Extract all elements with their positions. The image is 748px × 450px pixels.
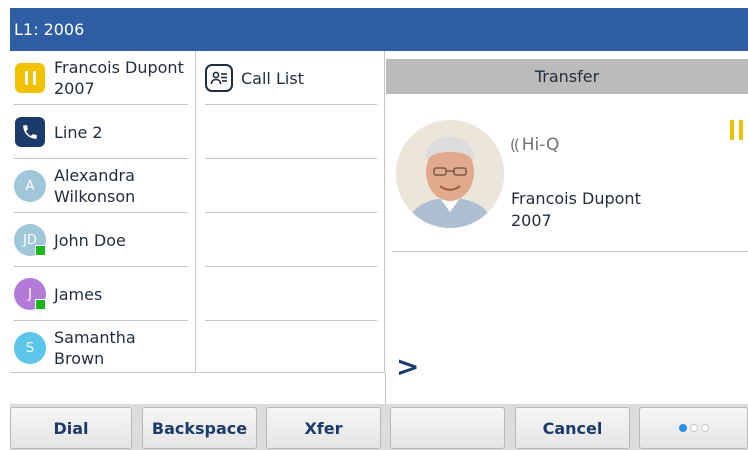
hd-audio-icon: (( xyxy=(510,136,520,154)
contact-last-name: Brown xyxy=(54,349,105,368)
dial-prompt-arrow: > xyxy=(396,350,420,383)
hd-audio-label: Hi-Q xyxy=(521,135,560,155)
hold-icon xyxy=(730,120,743,140)
contact-john-doe[interactable]: JD John Doe xyxy=(10,213,196,267)
call-panel: Transfer (( Hi-Q Francois Dupont 2007 > xyxy=(386,59,748,404)
status-bar: L1: 2006 xyxy=(10,8,748,51)
divider xyxy=(392,251,748,252)
empty-key[interactable] xyxy=(197,105,385,159)
hold-icon xyxy=(15,63,45,93)
page-dot xyxy=(689,424,698,432)
line-key-francois-dupont[interactable]: Francois Dupont 2007 xyxy=(10,51,196,105)
more-softkeys-button[interactable] xyxy=(639,407,748,449)
contact-first-name: Samantha xyxy=(54,328,136,347)
empty-key[interactable] xyxy=(197,267,385,321)
page-dot-active xyxy=(678,424,687,432)
caller-info: Francois Dupont 2007 xyxy=(511,188,641,232)
empty-key[interactable] xyxy=(197,213,385,267)
presence-available-icon xyxy=(35,299,46,310)
contact-first-name: Alexandra xyxy=(54,166,135,185)
line-name: Francois Dupont xyxy=(54,58,184,77)
contact-name: James xyxy=(54,284,103,304)
presence-available-icon xyxy=(35,245,46,256)
xfer-button[interactable]: Xfer xyxy=(266,407,381,449)
softkey-bar: Dial Backspace Xfer Cancel xyxy=(10,404,748,450)
caller-name: Francois Dupont xyxy=(511,189,641,208)
call-state-title: Transfer xyxy=(386,59,748,94)
caller-photo xyxy=(396,120,504,228)
page-dot xyxy=(700,424,709,432)
contact-name: John Doe xyxy=(54,230,126,250)
phone-icon xyxy=(15,117,45,147)
avatar: A xyxy=(14,170,46,202)
line-label: L1: 2006 xyxy=(14,20,85,39)
line-number: 2007 xyxy=(54,79,95,98)
contact-alexandra-wilkonson[interactable]: A Alexandra Wilkonson xyxy=(10,159,196,213)
line-list: Francois Dupont 2007 Line 2 A Alexandra … xyxy=(10,51,196,373)
line-name: Line 2 xyxy=(54,122,103,142)
call-list-icon xyxy=(205,64,233,92)
empty-key[interactable] xyxy=(197,321,385,375)
contact-samantha-brown[interactable]: S Samantha Brown xyxy=(10,321,196,375)
empty-key[interactable] xyxy=(197,159,385,213)
backspace-button[interactable]: Backspace xyxy=(142,407,257,449)
line-key-line-2[interactable]: Line 2 xyxy=(10,105,196,159)
contact-last-name: Wilkonson xyxy=(54,187,136,206)
call-list-button[interactable]: Call List xyxy=(197,51,385,105)
empty-softkey[interactable] xyxy=(390,407,505,449)
dial-button[interactable]: Dial xyxy=(10,407,132,449)
hd-audio-indicator: (( Hi-Q xyxy=(510,135,559,155)
divider xyxy=(10,372,385,373)
cancel-button[interactable]: Cancel xyxy=(515,407,630,449)
caller-number: 2007 xyxy=(511,211,552,230)
feature-key-list: Call List xyxy=(197,51,385,373)
call-list-label: Call List xyxy=(241,68,304,88)
avatar: S xyxy=(14,332,46,364)
contact-james[interactable]: J James xyxy=(10,267,196,321)
page-indicator xyxy=(678,424,709,432)
